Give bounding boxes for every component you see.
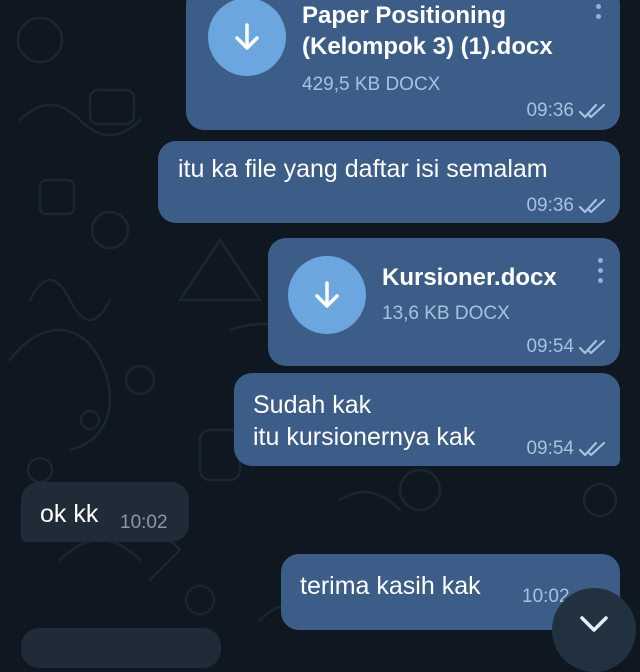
chevron-down-icon	[580, 616, 608, 632]
double-check-icon	[578, 198, 606, 214]
message-text-bubble[interactable]: Sudah kak itu kursionernya kak 09:54	[234, 373, 620, 466]
message-meta: 09:54	[526, 438, 608, 460]
message-text: Sudah kak itu kursionernya kak	[253, 391, 476, 451]
message-time: 09:36	[526, 195, 574, 216]
double-check-icon	[578, 441, 606, 457]
file-size: 429,5 KB DOCX	[302, 74, 441, 95]
incoming-message-bubble[interactable]	[21, 628, 221, 668]
double-check-icon	[578, 339, 606, 355]
message-time: 09:54	[526, 438, 574, 459]
message-meta: 09:54	[526, 336, 608, 358]
double-check-icon	[578, 103, 606, 119]
file-name: Paper Positioning (Kelompok 3) (1).docx	[302, 2, 553, 60]
message-time: 09:54	[526, 336, 574, 357]
message-time: 10:02	[120, 512, 168, 533]
incoming-message-bubble[interactable]: ok kk 10:02	[21, 482, 189, 542]
message-text: ok kk	[40, 500, 99, 528]
download-arrow-icon	[315, 281, 339, 308]
more-options-icon[interactable]	[598, 258, 604, 283]
download-arrow-icon	[235, 23, 259, 50]
download-button[interactable]	[288, 256, 366, 334]
message-file-bubble[interactable]: Kursioner.docx 13,6 KB DOCX 09:54	[268, 238, 620, 366]
message-file-bubble[interactable]: Paper Positioning (Kelompok 3) (1).docx …	[186, 0, 620, 130]
download-button[interactable]	[208, 0, 286, 76]
message-text: terima kasih kak	[300, 572, 481, 600]
message-meta: 09:36	[526, 100, 608, 122]
message-time: 09:36	[526, 100, 574, 121]
file-size: 13,6 KB DOCX	[382, 303, 510, 324]
scroll-to-bottom-button[interactable]	[552, 588, 636, 672]
message-text-bubble[interactable]: itu ka file yang daftar isi semalam 09:3…	[158, 141, 620, 223]
more-options-icon[interactable]	[596, 0, 602, 19]
file-name: Kursioner.docx	[382, 264, 557, 291]
message-text: itu ka file yang daftar isi semalam	[178, 155, 548, 183]
message-meta: 09:36	[526, 195, 608, 217]
